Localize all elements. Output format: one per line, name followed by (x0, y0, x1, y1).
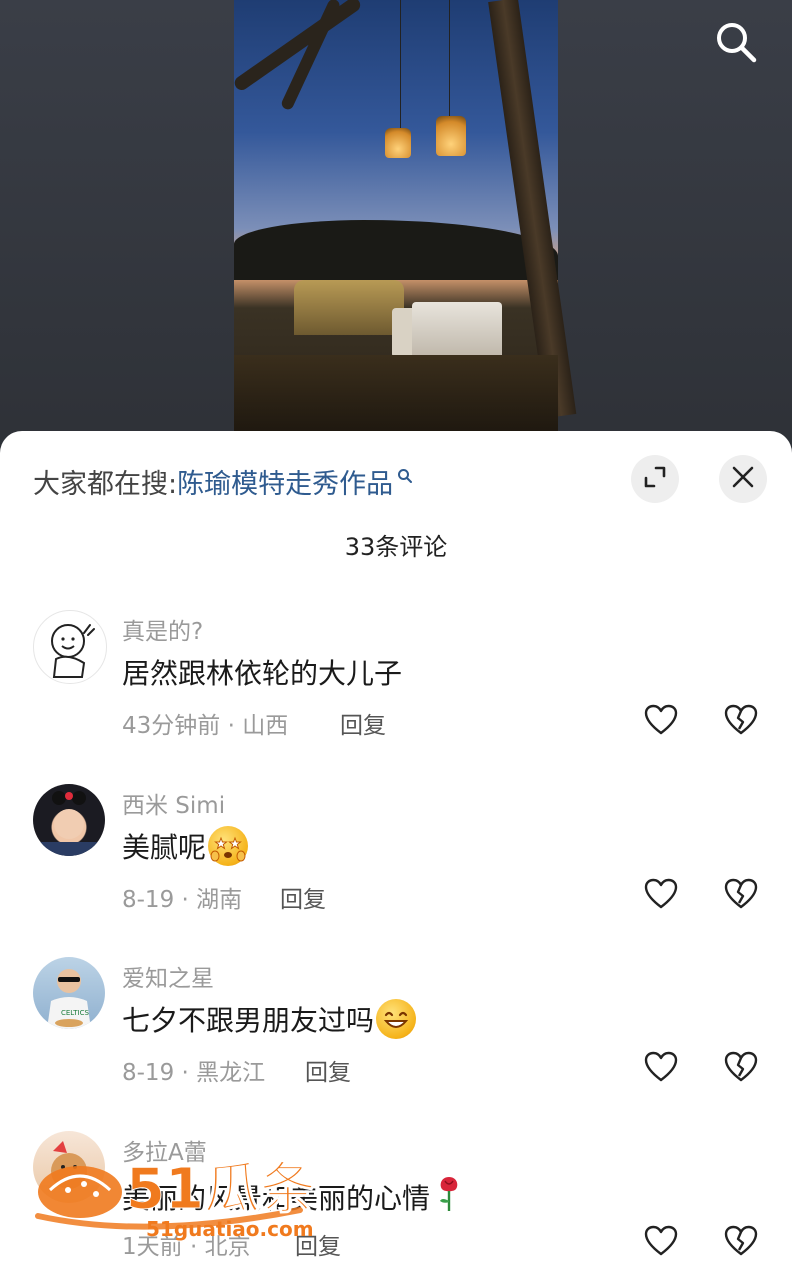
trending-search-term[interactable]: 陈瑜模特走秀作品 (177, 462, 393, 501)
comment-text: 七夕不跟男朋友过吗 (122, 999, 417, 1039)
broken-heart-icon[interactable] (723, 1223, 759, 1259)
comment-item: 真是的? 居然跟林依轮的大儿子 43分钟前 · 山西 回复 (0, 610, 792, 770)
watermark-logo: 51瓜条 51guatiao.com (28, 1150, 318, 1260)
comment-author[interactable]: 西米 Simi (122, 786, 225, 820)
comment-text-content: 居然跟林依轮的大儿子 (122, 657, 403, 690)
comment-meta: 8-19 · 黑龙江 (122, 1060, 266, 1086)
trending-search-prefix: 大家都在搜: (33, 468, 178, 500)
rose-emoji-icon (432, 1173, 466, 1220)
lamp-wire (400, 0, 401, 128)
broken-heart-icon[interactable] (723, 1049, 759, 1085)
search-icon[interactable] (714, 20, 758, 64)
comment-meta: 43分钟前 · 山西 (122, 713, 289, 739)
watermark-brand: 51瓜条 (126, 1157, 316, 1222)
watermark-url: 51guatiao.com (146, 1217, 314, 1241)
lamp (436, 116, 466, 156)
trending-search[interactable]: 大家都在搜: 陈瑜模特走秀作品 (33, 461, 413, 501)
comment-text: 美腻呢 (122, 826, 249, 866)
comment-text-content: 七夕不跟男朋友过吗 (122, 1004, 375, 1037)
video-scene-ground (234, 355, 558, 440)
broken-heart-icon[interactable] (723, 702, 759, 738)
video-scene-table (412, 302, 502, 360)
video-scene-wall (294, 280, 404, 335)
lamp-wire (449, 0, 450, 116)
avatar[interactable]: CELTICS (33, 957, 105, 1029)
reply-button[interactable]: 回复 (280, 880, 326, 914)
heart-icon[interactable] (643, 876, 679, 912)
lamp (385, 128, 411, 158)
comment-text-content: 美腻呢 (122, 831, 207, 864)
reply-button[interactable]: 回复 (305, 1053, 351, 1087)
avatar[interactable] (33, 610, 107, 684)
comment-text: 居然跟林依轮的大儿子 (122, 652, 402, 692)
close-button[interactable] (719, 455, 767, 503)
reply-button[interactable]: 回复 (340, 706, 386, 740)
grinning-emoji-icon (376, 999, 417, 1039)
small-search-icon (397, 460, 413, 491)
comment-item: CELTICS 爱知之星 七夕不跟男朋友过吗 8-19 · 黑龙江 回复 (0, 957, 792, 1117)
comment-item: 西米 Simi 美腻呢 8-19 · 湖南 回复 (0, 784, 792, 944)
avatar[interactable] (33, 784, 105, 856)
expand-icon (644, 466, 666, 492)
heart-icon[interactable] (643, 1049, 679, 1085)
heart-icon[interactable] (643, 702, 679, 738)
broken-heart-icon[interactable] (723, 876, 759, 912)
expand-button[interactable] (631, 455, 679, 503)
heart-icon[interactable] (643, 1223, 679, 1259)
star-eyes-emoji-icon (208, 826, 249, 866)
comment-author[interactable]: 爱知之星 (122, 959, 214, 993)
comment-count: 33条评论 (344, 533, 448, 561)
close-icon (732, 466, 754, 492)
comment-meta: 8-19 · 湖南 (122, 887, 243, 913)
svg-text:CELTICS: CELTICS (61, 1009, 89, 1017)
comment-author[interactable]: 真是的? (122, 612, 203, 646)
